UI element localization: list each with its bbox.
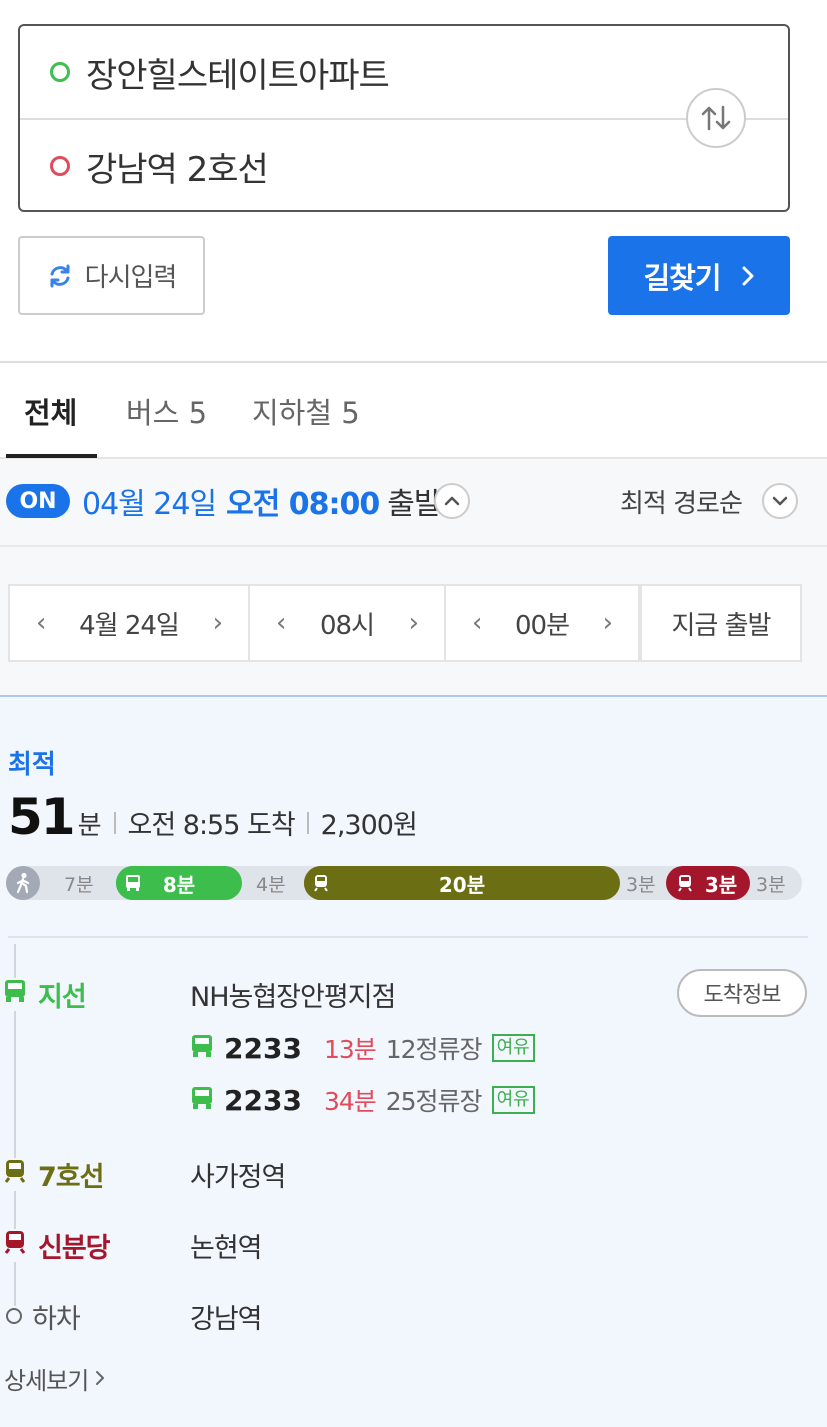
step-bus-mode-label: 지선	[38, 981, 87, 1013]
crowd-status-badge: 여유	[491, 1034, 535, 1062]
origin-field[interactable]: 장안힐스테이트아파트	[20, 26, 788, 118]
hour-next-icon[interactable]: ›	[409, 608, 419, 638]
subway-icon	[2, 1228, 28, 1262]
bus-arrival-row: 2233 34분 25정류장 여유	[190, 1080, 535, 1120]
swap-button[interactable]	[686, 88, 746, 148]
bus-icon	[116, 866, 150, 900]
summary-separator	[113, 812, 116, 834]
hour-value: 08시	[319, 610, 375, 641]
chevron-right-icon	[96, 1371, 105, 1385]
subway-icon	[2, 1157, 28, 1191]
step-alight-stop: 강남역	[190, 1303, 263, 1335]
route-detail-label: 상세보기	[4, 1366, 89, 1395]
date-value: 4월 24일	[79, 610, 180, 641]
depart-now-button[interactable]: 지금 출발	[640, 584, 802, 662]
destination-dot-icon	[50, 156, 70, 176]
alight-dot-icon	[6, 1308, 22, 1324]
bus-number: 2233	[224, 1083, 302, 1117]
minute-next-icon[interactable]: ›	[603, 608, 613, 638]
step-alight-mode-label: 하차	[32, 1303, 81, 1335]
chevron-up-icon	[444, 496, 460, 506]
destination-field[interactable]: 강남역 2호선	[20, 120, 788, 212]
swap-icon	[701, 105, 731, 131]
departure-suffix: 출발	[387, 487, 441, 522]
minute-prev-icon[interactable]: ‹	[472, 608, 482, 638]
step-line7-mode-label: 7호선	[38, 1161, 104, 1193]
bus-arrival-row: 2233 13분 12정류장 여유	[190, 1028, 535, 1068]
duration-value: 51	[8, 788, 76, 846]
bus-stops-away: 25정류장	[385, 1087, 483, 1116]
arrival-info-button[interactable]: 도착정보	[677, 969, 807, 1017]
sort-label[interactable]: 최적 경로순	[620, 482, 743, 520]
sort-dropdown-button[interactable]	[762, 483, 798, 519]
tab-all[interactable]: 전체	[24, 363, 77, 459]
hour-prev-icon[interactable]: ‹	[276, 608, 286, 638]
bus-number: 2233	[224, 1031, 302, 1065]
bus-eta: 34분	[323, 1087, 377, 1116]
find-route-button[interactable]: 길찾기	[608, 236, 790, 315]
subway-icon	[668, 866, 702, 900]
destination-text: 강남역 2호선	[86, 149, 269, 190]
step-shinbundang-mode: 신분당	[2, 1225, 111, 1265]
route-detail-link[interactable]: 상세보기	[4, 1360, 106, 1396]
active-tab-indicator	[6, 454, 97, 458]
best-route-label: 최적	[8, 750, 56, 780]
bus-stops-away: 12정류장	[385, 1035, 483, 1064]
route-detail-divider	[8, 936, 808, 938]
tab-subway[interactable]: 지하철 5	[252, 363, 360, 459]
departure-toggle-badge[interactable]: ON	[6, 484, 70, 518]
date-next-icon[interactable]: ›	[213, 608, 223, 638]
bus-eta: 13분	[323, 1035, 377, 1064]
result-tabs: 전체 버스 5 지하철 5	[0, 363, 827, 459]
chevron-right-icon	[742, 266, 754, 285]
walk-icon	[6, 866, 40, 900]
bus-icon	[2, 977, 28, 1011]
segment-walk-1: 7분	[64, 873, 94, 896]
hour-picker: ‹ 08시 ›	[248, 584, 446, 662]
step-line7-stop: 사가정역	[190, 1161, 286, 1193]
origin-dot-icon	[50, 62, 70, 82]
route-search-box: 장안힐스테이트아파트 강남역 2호선	[18, 24, 790, 212]
segment-line7: 20분	[304, 866, 620, 900]
step-shinbundang-stop: 논현역	[190, 1232, 263, 1264]
minute-value: 00분	[514, 610, 570, 641]
crowd-status-badge: 여유	[491, 1086, 535, 1114]
step-bus-mode: 지선	[2, 974, 87, 1014]
tab-bus[interactable]: 버스 5	[126, 363, 207, 459]
step-shinbundang-mode-label: 신분당	[38, 1232, 111, 1264]
segment-walk-4: 3분	[756, 873, 786, 896]
collapse-time-button[interactable]	[434, 483, 470, 519]
departure-hour: 오전 08:00	[226, 487, 380, 522]
segment-shinbundang-label: 3분	[704, 872, 738, 897]
find-route-label: 길찾기	[643, 260, 721, 295]
minute-picker: ‹ 00분 ›	[444, 584, 640, 662]
summary-separator	[306, 812, 309, 834]
step-alight-mode: 하차	[2, 1296, 81, 1336]
step-bus-stop: NH농협장안평지점	[190, 981, 396, 1013]
step-line7-mode: 7호선	[2, 1154, 104, 1194]
departure-time[interactable]: 04월 24일 오전 08:00 출발	[82, 480, 441, 522]
segment-walk-3: 3분	[626, 873, 656, 896]
arrival-time: 오전 8:55 도착	[127, 810, 296, 841]
reset-label: 다시입력	[84, 263, 178, 293]
route-summary: 51 분 오전 8:55 도착 2,300원	[8, 788, 418, 848]
date-picker: ‹ 4월 24일 ›	[8, 584, 250, 662]
chevron-down-icon	[772, 496, 788, 506]
origin-text: 장안힐스테이트아파트	[86, 55, 390, 96]
bus-icon	[190, 1085, 214, 1115]
subway-icon	[304, 866, 338, 900]
refresh-icon	[50, 264, 70, 287]
segment-walk-2: 4분	[256, 873, 286, 896]
bus-icon	[190, 1033, 214, 1063]
depart-now-label: 지금 출발	[671, 610, 772, 641]
segment-bus-label: 8분	[162, 872, 196, 897]
date-prev-icon[interactable]: ‹	[36, 608, 46, 638]
reset-button[interactable]: 다시입력	[18, 236, 205, 315]
fare: 2,300원	[320, 810, 418, 841]
duration-unit: 분	[77, 811, 102, 841]
segment-line7-label: 20분	[438, 872, 486, 897]
departure-date: 04월 24일	[82, 487, 217, 522]
